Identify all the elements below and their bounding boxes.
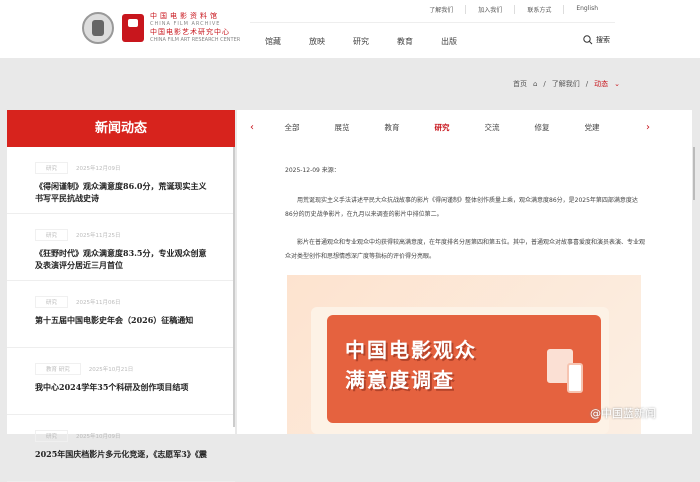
research-center-logo[interactable]: [122, 14, 144, 42]
news-list-item[interactable]: 研究 2025年11月25日《狂野时代》观众满意度83.5分，专业观众创意及表演评…: [7, 214, 235, 281]
breadcrumb: 首页 ⌂ / 了解我们 / 动态 ⌄: [513, 79, 620, 89]
article: 2025-12-09 来源： 用荒诞现实主义手法讲述平民大众抗战故事的影片《得闲…: [285, 165, 645, 264]
separator: /: [585, 80, 589, 88]
breadcrumb-current[interactable]: 动态: [594, 79, 608, 89]
banner-line1: 中国电影观众: [345, 338, 477, 362]
item-tag: 研究: [35, 296, 69, 308]
tab-all[interactable]: 全部: [267, 122, 317, 133]
news-list-item[interactable]: 研究 2025年10月09日 2025年国庆档影片多元化竞逐，《志愿军3》《震: [7, 415, 235, 482]
tabs-prev-button[interactable]: ‹: [237, 122, 267, 133]
search-icon: [583, 35, 593, 45]
search-label: 搜索: [596, 36, 610, 44]
item-date: 2025年10月21日: [88, 367, 134, 373]
divider: [250, 22, 615, 23]
sidebar-scrollbar[interactable]: [233, 147, 235, 427]
item-meta: 研究 2025年10月09日: [35, 430, 235, 442]
item-tag: 教育 研究: [35, 363, 81, 375]
item-date: 2025年11月06日: [76, 300, 121, 306]
item-meta: 研究 2025年11月06日: [35, 296, 235, 308]
nav-research[interactable]: 研究: [353, 36, 369, 47]
item-meta: 研究 2025年12月09日: [35, 162, 235, 174]
content-scrollbar[interactable]: [693, 147, 695, 200]
nav-education[interactable]: 教育: [397, 36, 413, 47]
item-title[interactable]: 《得闲谨制》观众满意度86.0分，荒诞现实主义书写平民抗战史诗: [35, 180, 210, 204]
archive-emblem-logo[interactable]: [82, 12, 114, 44]
category-tabs: ‹ 全部 展览 教育 研究 交流 修复 党建 ›: [237, 122, 692, 133]
phone-icon: [567, 363, 583, 393]
item-title[interactable]: 2025年国庆档影片多元化竞逐，《志愿军3》《震: [35, 448, 210, 460]
logo-cn: 中国电影资料馆: [150, 12, 220, 20]
item-meta: 研究 2025年11月25日: [35, 229, 235, 241]
top-link-english[interactable]: English: [563, 5, 610, 14]
top-links: 了解我们 加入我们 联系方式 English: [417, 5, 610, 14]
content-panel: ‹ 全部 展览 教育 研究 交流 修复 党建 › 2025-12-09 来源： …: [237, 110, 692, 434]
item-meta: 教育 研究 2025年10月21日: [35, 363, 235, 375]
item-tag: 研究: [35, 162, 69, 174]
site-header: 中国电影资料馆 CHINA FILM ARCHIVE 中国电影艺术研究中心 CH…: [0, 0, 700, 58]
top-link-contact[interactable]: 联系方式: [514, 5, 563, 14]
logo-text[interactable]: 中国电影资料馆 CHINA FILM ARCHIVE 中国电影艺术研究中心 CH…: [150, 12, 240, 44]
breadcrumb-home[interactable]: 首页: [513, 79, 527, 89]
item-title[interactable]: 《狂野时代》观众满意度83.5分，专业观众创意及表演评分居近三月首位: [35, 247, 210, 271]
nav-publishing[interactable]: 出版: [441, 36, 457, 47]
tab-exhibition[interactable]: 展览: [317, 122, 367, 133]
tab-restoration[interactable]: 修复: [517, 122, 567, 133]
main-nav: 馆藏 放映 研究 教育 出版: [265, 36, 457, 47]
article-paragraph: 用荒诞现实主义手法讲述平民大众抗战故事的影片《得闲谨制》整体创作质量上乘，观众满…: [285, 197, 638, 218]
breadcrumb-about[interactable]: 了解我们: [552, 79, 580, 89]
article-meta: 2025-12-09 来源：: [285, 167, 340, 174]
item-tag: 研究: [35, 430, 69, 442]
top-link-join[interactable]: 加入我们: [465, 5, 514, 14]
tabs-next-button[interactable]: ›: [633, 122, 663, 133]
home-icon: ⌂: [532, 80, 538, 88]
news-list-item[interactable]: 教育 研究 2025年10月21日我中心2024学年35个科研及创作项目结项: [7, 348, 235, 415]
tab-research[interactable]: 研究: [417, 122, 467, 133]
item-date: 2025年11月25日: [76, 233, 121, 239]
article-paragraph: 影片在普通观众和专业观众中均获得较高满意度，在年度排名分居第四和第五位。其中，普…: [285, 239, 646, 260]
item-title[interactable]: 第十五届中国电影史年会（2026）征稿通知: [35, 314, 210, 326]
news-sidebar: 新闻动态 研究 2025年12月09日《得闲谨制》观众满意度86.0分，荒诞现实主…: [7, 110, 235, 482]
article-banner-image: 中国电影观众 满意度调查: [287, 275, 641, 434]
tab-party[interactable]: 党建: [567, 122, 617, 133]
nav-screening[interactable]: 放映: [309, 36, 325, 47]
news-list-item[interactable]: 研究 2025年12月09日《得闲谨制》观众满意度86.0分，荒诞现实主义书写平民…: [7, 147, 235, 214]
nav-collection[interactable]: 馆藏: [265, 36, 281, 47]
item-date: 2025年12月09日: [76, 166, 121, 172]
item-date: 2025年10月09日: [76, 434, 121, 440]
logo-en: CHINA FILM ARCHIVE: [150, 21, 221, 27]
banner-title: 中国电影观众 满意度调查: [345, 335, 477, 395]
news-list-item[interactable]: 研究 2025年11月06日第十五届中国电影史年会（2026）征稿通知: [7, 281, 235, 348]
chevron-down-icon[interactable]: ⌄: [614, 80, 620, 88]
item-title[interactable]: 我中心2024学年35个科研及创作项目结项: [35, 381, 210, 393]
search-button[interactable]: 搜索: [583, 35, 610, 45]
logo2-en: CHINA FILM ART RESEARCH CENTER: [150, 37, 241, 43]
top-link-about[interactable]: 了解我们: [417, 5, 465, 14]
watermark: @中国蓝新闻: [590, 407, 656, 420]
tab-education[interactable]: 教育: [367, 122, 417, 133]
sidebar-title: 新闻动态: [7, 110, 235, 147]
tab-exchange[interactable]: 交流: [467, 122, 517, 133]
separator: /: [543, 80, 546, 88]
logo2-cn: 中国电影艺术研究中心: [150, 28, 230, 36]
banner-line2: 满意度调查: [345, 368, 455, 392]
item-tag: 研究: [35, 229, 69, 241]
